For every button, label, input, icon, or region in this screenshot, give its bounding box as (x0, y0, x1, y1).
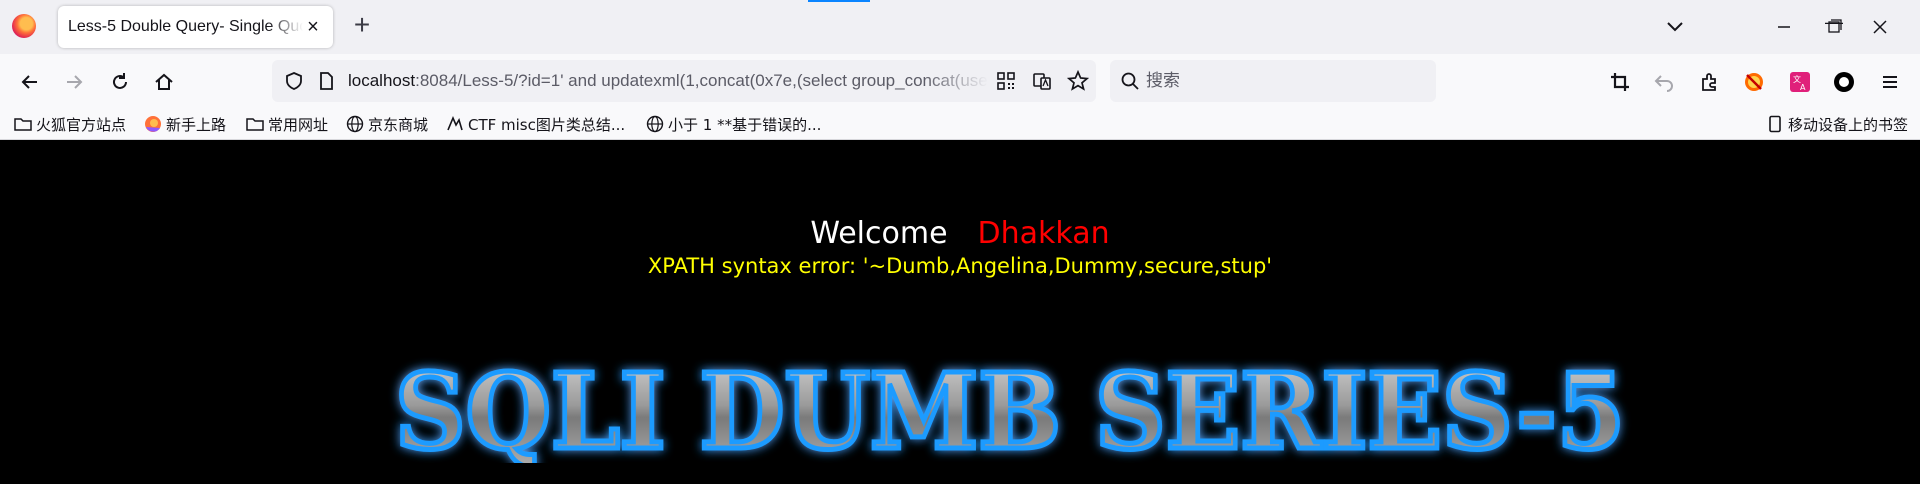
mobile-bookmarks-label: 移动设备上的书签 (1788, 115, 1909, 134)
tab-active[interactable]: Less-5 Double Query- Single Quotes- Stri… (58, 6, 333, 48)
bookmark-label: CTF misc图片类总结... (468, 115, 626, 134)
bookmark-item[interactable]: CTF misc图片类总结... (446, 112, 625, 136)
bookmark-label: 小于 1 **基于错误的... (668, 115, 822, 134)
bookmark-label: 常用网址 (268, 115, 329, 134)
restore-button[interactable] (1814, 12, 1854, 42)
profile-circle-icon[interactable] (1830, 68, 1858, 96)
menu-icon[interactable] (1876, 68, 1904, 96)
mobile-bookmarks[interactable]: 移动设备上的书签 (1766, 112, 1908, 136)
bookmarks-toolbar: 火狐官方站点 新手上路 常用网址 京东商城 CTF misc图片类总结... 小… (0, 108, 1920, 140)
reload-icon[interactable] (106, 68, 134, 96)
bookmark-label: 火狐官方站点 (36, 115, 127, 134)
ctf-icon (446, 115, 464, 133)
bookmark-item[interactable]: 新手上路 (144, 112, 226, 136)
bookmark-item[interactable]: 常用网址 (246, 112, 328, 136)
welcome-text: Welcome (810, 216, 948, 251)
tab-list-chevron-icon[interactable] (1662, 14, 1688, 40)
bookmark-item[interactable]: 火狐官方站点 (14, 112, 126, 136)
bookmark-label: 京东商城 (368, 115, 429, 134)
search-bar[interactable] (1110, 60, 1436, 102)
banner-text: SQLI DUMB SERIES-5 (395, 353, 1625, 463)
user-name: Dhakkan (977, 216, 1110, 251)
xpath-error-message: XPATH syntax error: '~Dumb,Angelina,Dumm… (647, 254, 1273, 278)
tab-close-button[interactable]: × (303, 16, 323, 39)
page-icon[interactable] (312, 67, 340, 95)
bookmark-label: 新手上路 (166, 115, 227, 134)
minimize-window-button[interactable] (1764, 12, 1804, 42)
adblock-icon[interactable] (1740, 68, 1768, 96)
forward-arrow-icon[interactable] (60, 68, 88, 96)
home-icon[interactable] (150, 68, 178, 96)
folder-icon (246, 115, 264, 133)
url-host: localhost (348, 71, 416, 90)
search-input[interactable] (1146, 70, 1426, 92)
svg-text:A: A (1800, 83, 1806, 92)
page-content: Welcome Dhakkan XPATH syntax error: '~Dum… (0, 141, 1920, 484)
qr-code-icon[interactable] (992, 67, 1020, 95)
navigation-bar: localhost:8084/Less-5/?id=1' and updatex… (0, 54, 1920, 108)
extensions-icon[interactable] (1696, 68, 1724, 96)
bookmark-item[interactable]: 小于 1 **基于错误的... (646, 112, 821, 136)
translator-extension-icon[interactable]: 文A (1786, 68, 1814, 96)
welcome-line: Welcome Dhakkan (0, 216, 1920, 251)
firefox-icon (144, 115, 162, 133)
tab-title: Less-5 Double Query- Single Quotes- Stri… (68, 18, 303, 35)
screenshot-crop-icon[interactable] (1606, 68, 1634, 96)
close-window-button[interactable] (1860, 12, 1900, 42)
search-icon (1116, 67, 1144, 95)
sqli-series-banner: SQLI DUMB SERIES-5 (393, 353, 1628, 463)
new-tab-button[interactable]: + (348, 11, 376, 40)
url-text[interactable]: localhost:8084/Less-5/?id=1' and updatex… (348, 71, 988, 91)
tab-strip: Less-5 Double Query- Single Quotes- Stri… (0, 0, 1920, 54)
back-arrow-icon[interactable] (16, 68, 44, 96)
bookmark-item[interactable]: 京东商城 (346, 112, 428, 136)
globe-icon (646, 115, 664, 133)
address-bar[interactable]: localhost:8084/Less-5/?id=1' and updatex… (272, 60, 1096, 102)
firefox-icon[interactable] (12, 14, 36, 38)
url-path: :8084/Less-5/?id=1' and updatexml(1,conc… (415, 71, 988, 90)
mobile-device-icon (1766, 115, 1784, 133)
bookmark-star-icon[interactable] (1064, 67, 1092, 95)
globe-icon (346, 115, 364, 133)
undo-icon[interactable] (1650, 68, 1678, 96)
shield-icon[interactable] (280, 67, 308, 95)
folder-icon (14, 115, 32, 133)
translate-icon[interactable] (1028, 67, 1056, 95)
tab-strip-accent (808, 0, 870, 2)
